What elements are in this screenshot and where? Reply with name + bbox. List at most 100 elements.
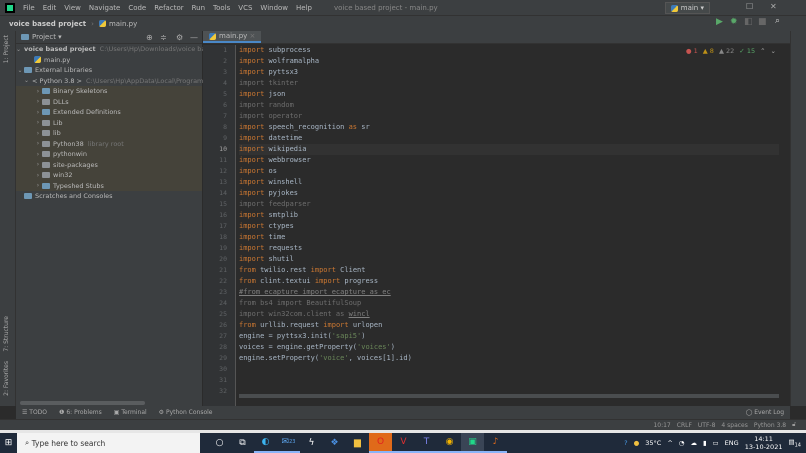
editor-horizontal-scrollbar[interactable] [239,394,779,398]
problems-tab[interactable]: ❶ 6: Problems [59,409,102,416]
code-line[interactable]: import shutil [239,254,779,265]
expand-icon[interactable]: › [34,182,42,189]
code-area[interactable]: import subprocess import wolframalpha impo… [239,45,779,397]
tree-lib-item[interactable]: › pythonwin [16,149,202,160]
code-line[interactable]: import webbrowser [239,155,779,166]
code-line[interactable]: import ctypes [239,221,779,232]
favorites-tool-button[interactable]: 2: Favorites [3,361,10,396]
project-view-select[interactable]: Project [32,33,56,41]
code-line[interactable]: #from ecapture import ecapture as ec [239,287,779,298]
indent[interactable]: 4 spaces [721,422,747,429]
chrome-icon[interactable]: ◉ [438,433,461,453]
cortana-icon[interactable]: ○ [208,433,231,453]
expand-icon[interactable]: › [34,140,42,147]
code-line[interactable]: engine = pyttsx3.init('sapi5') [239,331,779,342]
winamp-icon[interactable]: ϟ [300,433,323,453]
collapse-icon[interactable]: ≑ [160,33,167,42]
search-icon[interactable]: ⌕ [775,16,780,26]
tree-external-libraries[interactable]: ⌄ External Libraries [16,65,202,76]
tree-lib-item[interactable]: › site-packages [16,159,202,170]
interpreter[interactable]: Python 3.8 [754,422,786,429]
hide-icon[interactable]: — [190,33,198,42]
code-line[interactable]: import pyjokes [239,188,779,199]
clock[interactable]: 14:11 13-10-2021 [745,435,783,451]
close-button[interactable]: ✕ [770,2,777,11]
code-line[interactable]: import time [239,232,779,243]
tree-scratches[interactable]: Scratches and Consoles [16,191,202,202]
expand-icon[interactable]: › [34,151,42,158]
encoding[interactable]: UTF-8 [698,422,716,429]
code-line[interactable]: import random [239,100,779,111]
stop-icon[interactable]: ■ [758,17,767,27]
expand-icon[interactable]: › [34,98,42,105]
mail-icon[interactable]: ✉ 23 [277,433,300,453]
code-line[interactable]: import wolframalpha [239,56,779,67]
tree-lib-item[interactable]: › Python38 library root [16,138,202,149]
vivaldi-icon[interactable]: V [392,433,415,453]
code-line[interactable]: import requests [239,243,779,254]
windows-start-icon[interactable]: ⊞ [0,433,17,453]
code-line[interactable]: import operator [239,111,779,122]
expand-icon[interactable]: › [34,109,42,116]
code-line[interactable]: import winshell [239,177,779,188]
gear-icon[interactable]: ⚙ [176,33,183,42]
code-line[interactable]: import feedparser [239,199,779,210]
code-line[interactable]: import win32com.client as wincl [239,309,779,320]
debug-icon[interactable]: ✹ [730,17,738,27]
code-line[interactable]: engine.setProperty('voice', voices[1].id… [239,353,779,364]
tray-chevron-icon[interactable]: ^ [667,439,672,447]
weather-icon[interactable]: ● [634,439,640,447]
menu-refactor[interactable]: Refactor [154,4,183,12]
task-view-icon[interactable]: ⧉ [231,433,254,453]
opera-icon[interactable]: O [369,433,392,453]
menu-tools[interactable]: Tools [213,4,230,12]
tree-lib-item[interactable]: › DLLs [16,96,202,107]
menu-edit[interactable]: Edit [43,4,57,12]
code-line[interactable]: import json [239,89,779,100]
breadcrumb-file[interactable]: main.py [109,20,137,28]
tree-lib-item[interactable]: › lib [16,128,202,139]
menu-file[interactable]: File [23,4,35,12]
code-line[interactable]: voices = engine.getProperty('voices') [239,342,779,353]
todo-tab[interactable]: ☰ TODO [22,409,47,416]
language[interactable]: ENG [725,439,739,447]
teams-icon[interactable]: T [415,433,438,453]
tree-lib-item[interactable]: › Extended Definitions [16,107,202,118]
code-line[interactable]: import smtplib [239,210,779,221]
run-icon[interactable]: ▶ [716,17,723,27]
run-config-select[interactable]: main ▾ [664,2,710,14]
menu-navigate[interactable]: Navigate [89,4,120,12]
expand-icon[interactable]: › [34,88,42,95]
edge-icon[interactable]: ◐ [254,433,277,453]
code-line[interactable]: import datetime [239,133,779,144]
lock-icon[interactable]: 🔓︎ [792,421,796,429]
menu-run[interactable]: Run [192,4,205,12]
code-line[interactable]: import subprocess [239,45,779,56]
python-console-tab[interactable]: ⚙ Python Console [159,409,213,416]
code-line[interactable] [239,364,779,375]
event-log-button[interactable]: ◯ Event Log [746,409,784,416]
onedrive-icon[interactable]: ☁ [690,439,697,447]
locate-icon[interactable]: ⊕ [146,33,153,42]
tree-python-sdk[interactable]: ⌄ < Python 3.8 > C:\Users\Hp\AppData\Local… [16,76,209,87]
expand-icon[interactable]: › [34,130,42,137]
temperature[interactable]: 35°C [645,439,661,447]
pycharm-icon[interactable]: ▣ [461,433,484,453]
maximize-button[interactable]: ☐ [746,2,753,11]
volume-icon[interactable]: ▮ [703,439,707,447]
code-line[interactable]: import pyttsx3 [239,67,779,78]
code-line[interactable]: import wikipedia [239,144,779,155]
code-line[interactable]: from clint.textui import progress [239,276,779,287]
breadcrumb-project[interactable]: voice based project [9,20,86,28]
code-line[interactable]: import speech_recognition as sr [239,122,779,133]
code-line[interactable] [239,375,779,386]
code-line[interactable]: from urllib.request import urlopen [239,320,779,331]
tree-lib-item[interactable]: › Lib [16,117,202,128]
code-line[interactable]: from bs4 import BeautifulSoup [239,298,779,309]
network-icon[interactable]: ◔ [679,439,685,447]
dropbox-icon[interactable]: ❖ [323,433,346,453]
tree-lib-item[interactable]: › Binary Skeletons [16,86,202,97]
tree-file-main[interactable]: main.py [16,55,202,66]
app-icon[interactable]: ♪ [484,433,507,453]
expand-icon[interactable]: › [34,161,42,168]
